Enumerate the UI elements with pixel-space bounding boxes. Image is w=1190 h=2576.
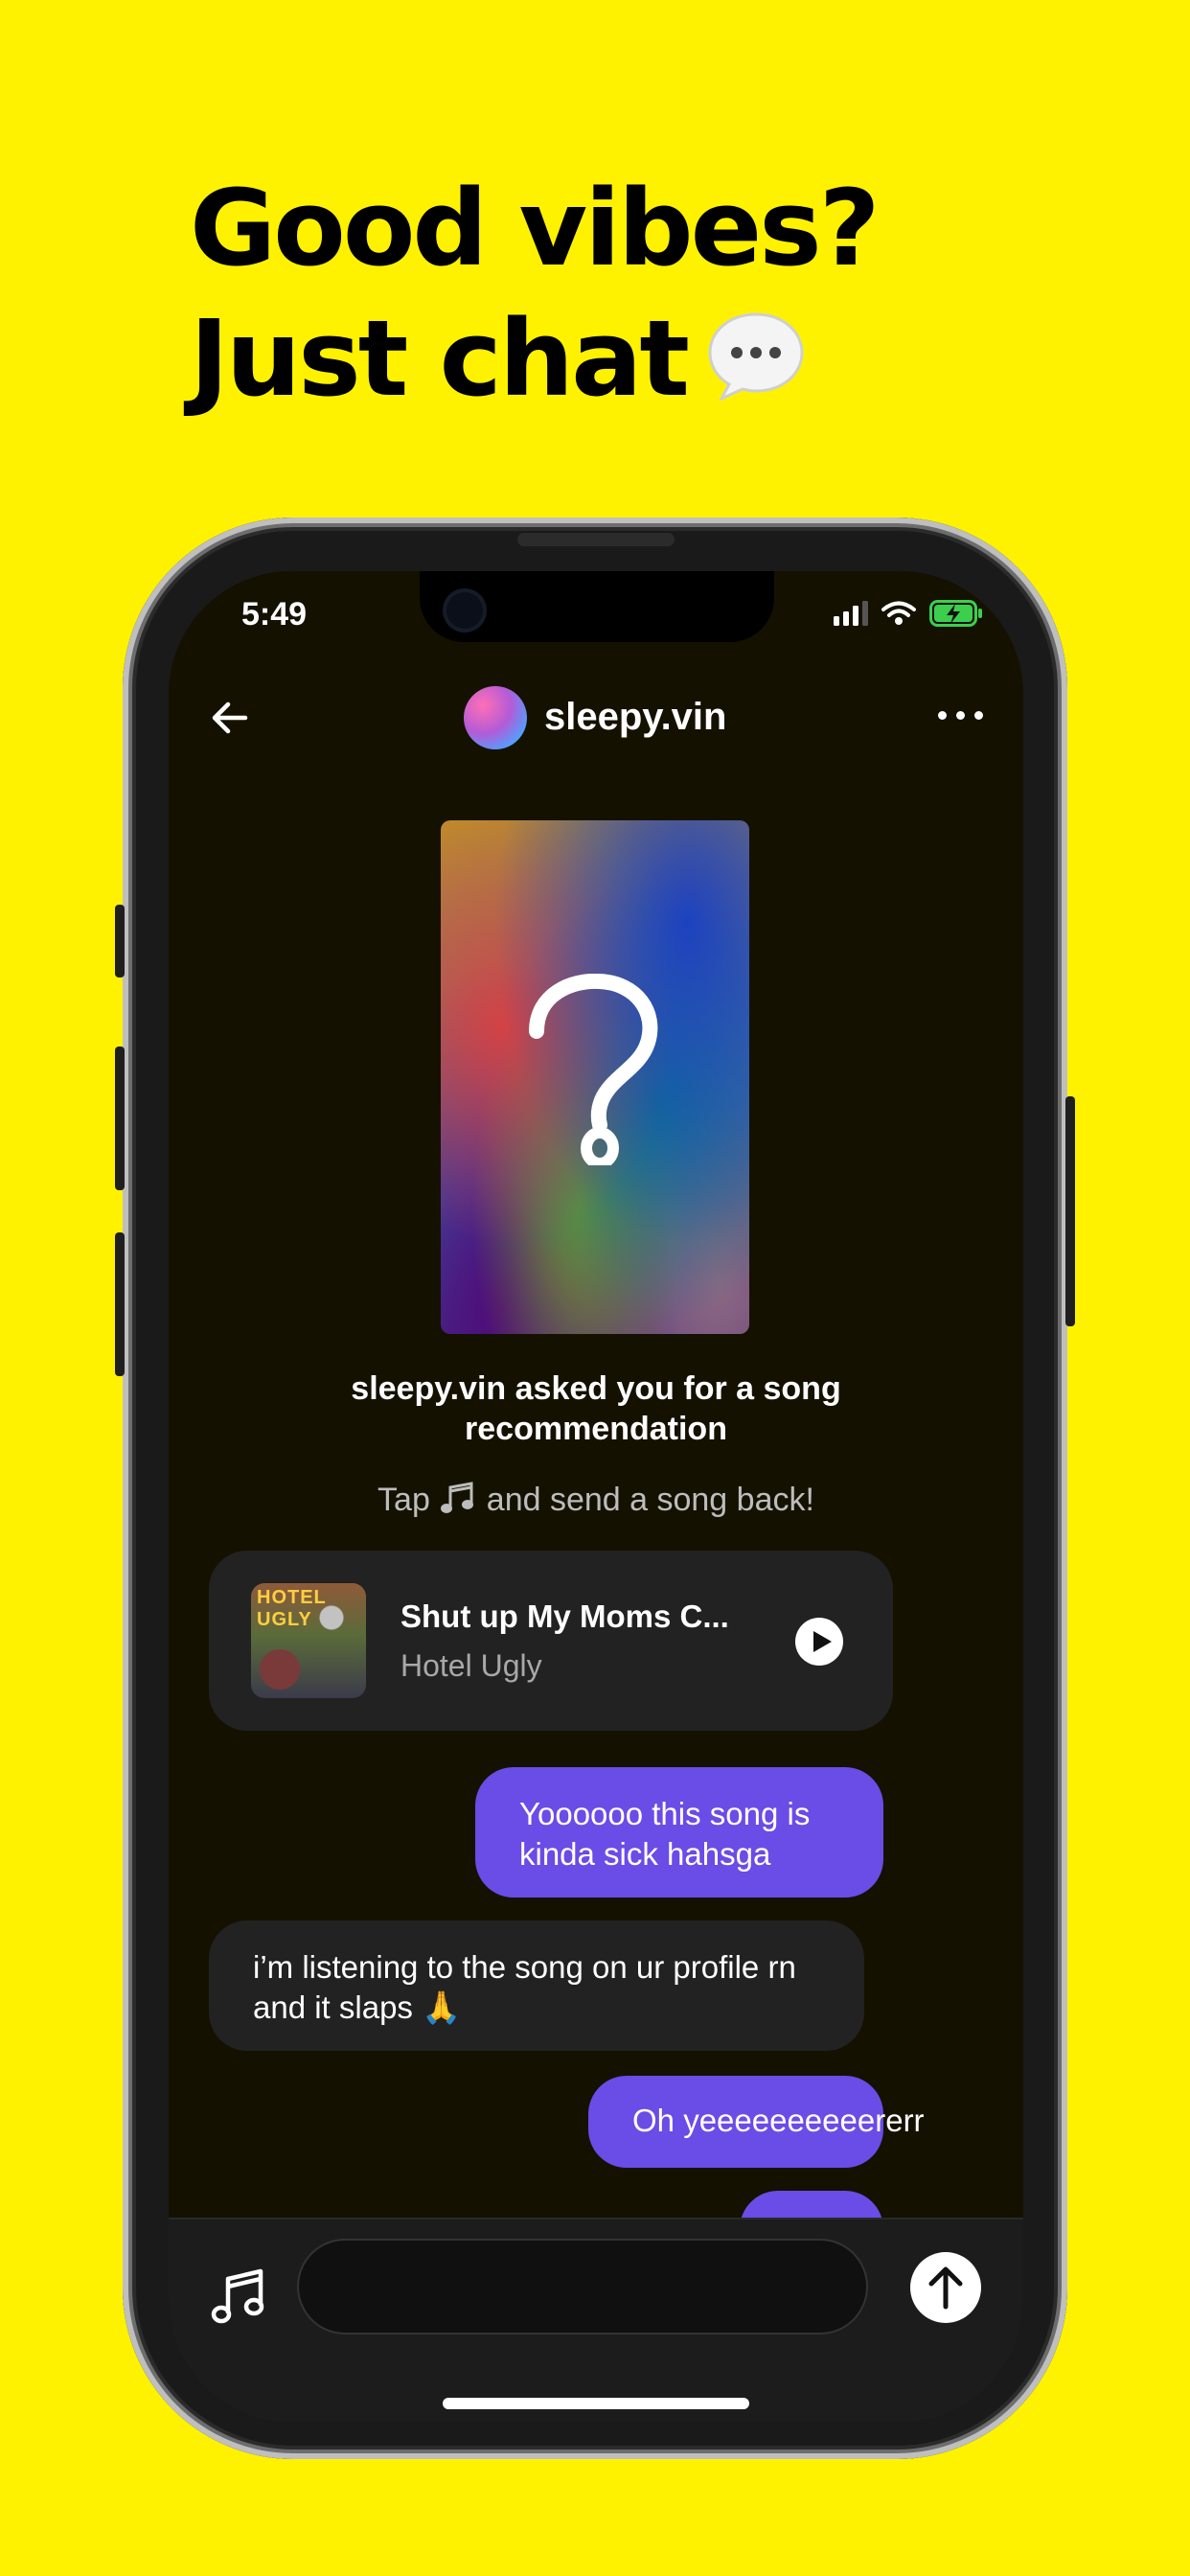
music-notes-icon[interactable] [211, 2267, 266, 2327]
power-button [1065, 1096, 1075, 1326]
message-outgoing[interactable]: Yoooooo this song is kinda sick hahsga [475, 1767, 883, 1898]
message-outgoing[interactable]: Oh yeeeeeeeeeererr [588, 2076, 925, 2168]
song-card[interactable]: HOTEL UGLY Shut up My Moms C... Hotel Ug… [209, 1551, 893, 1731]
song-request-message: sleepy.vin asked you for a song recommen… [351, 1370, 841, 1447]
album-art-text: HOTEL UGLY [257, 1587, 327, 1630]
play-icon [813, 1631, 832, 1652]
question-mark-icon [529, 974, 658, 1165]
signal-icon [834, 601, 868, 626]
song-artist: Hotel Ugly [400, 1648, 542, 1683]
send-button[interactable] [910, 2252, 981, 2323]
headline-line-2: Just chat [190, 293, 878, 424]
volume-down-button [115, 1232, 125, 1376]
phone-screen: 5:49 sleepy.vin sleepy.vin asked you for… [169, 571, 1023, 2423]
hint-prefix: Tap [378, 1482, 430, 1518]
headline-line-1: Good vibes? [190, 167, 881, 289]
song-title: Shut up My Moms C... [400, 1598, 729, 1634]
music-note-icon [441, 1482, 474, 1513]
status-time: 5:49 [241, 596, 308, 632]
chat-username[interactable]: sleepy.vin [544, 696, 726, 739]
chat-header: sleepy.vin [169, 686, 1023, 749]
message-incoming[interactable]: i’m listening to the song on ur profile … [209, 1920, 864, 2051]
battery-charging-icon [929, 600, 982, 627]
mute-switch [115, 905, 125, 978]
album-art: HOTEL UGLY [251, 1583, 366, 1698]
back-arrow-icon[interactable] [207, 696, 251, 740]
message-composer [169, 2218, 1023, 2423]
song-request-card [441, 820, 749, 1334]
wifi-icon [881, 601, 916, 625]
speech-bubble-icon [704, 309, 808, 401]
headline: Good vibes? Just chat [190, 163, 881, 424]
play-button[interactable] [795, 1618, 843, 1666]
front-camera [443, 588, 487, 632]
hint-suffix: and send a song back! [486, 1482, 814, 1518]
status-icons [834, 600, 983, 627]
message-input[interactable] [297, 2239, 868, 2334]
earpiece-speaker [517, 533, 675, 546]
song-request-hint: Tap and send a song back! [264, 1482, 927, 1519]
send-arrow-icon [928, 2266, 963, 2310]
headline-line-2-text: Just chat [190, 297, 690, 420]
avatar[interactable] [464, 686, 527, 749]
home-indicator[interactable] [443, 2398, 749, 2409]
more-dots-icon[interactable] [938, 711, 983, 720]
volume-up-button [115, 1046, 125, 1190]
